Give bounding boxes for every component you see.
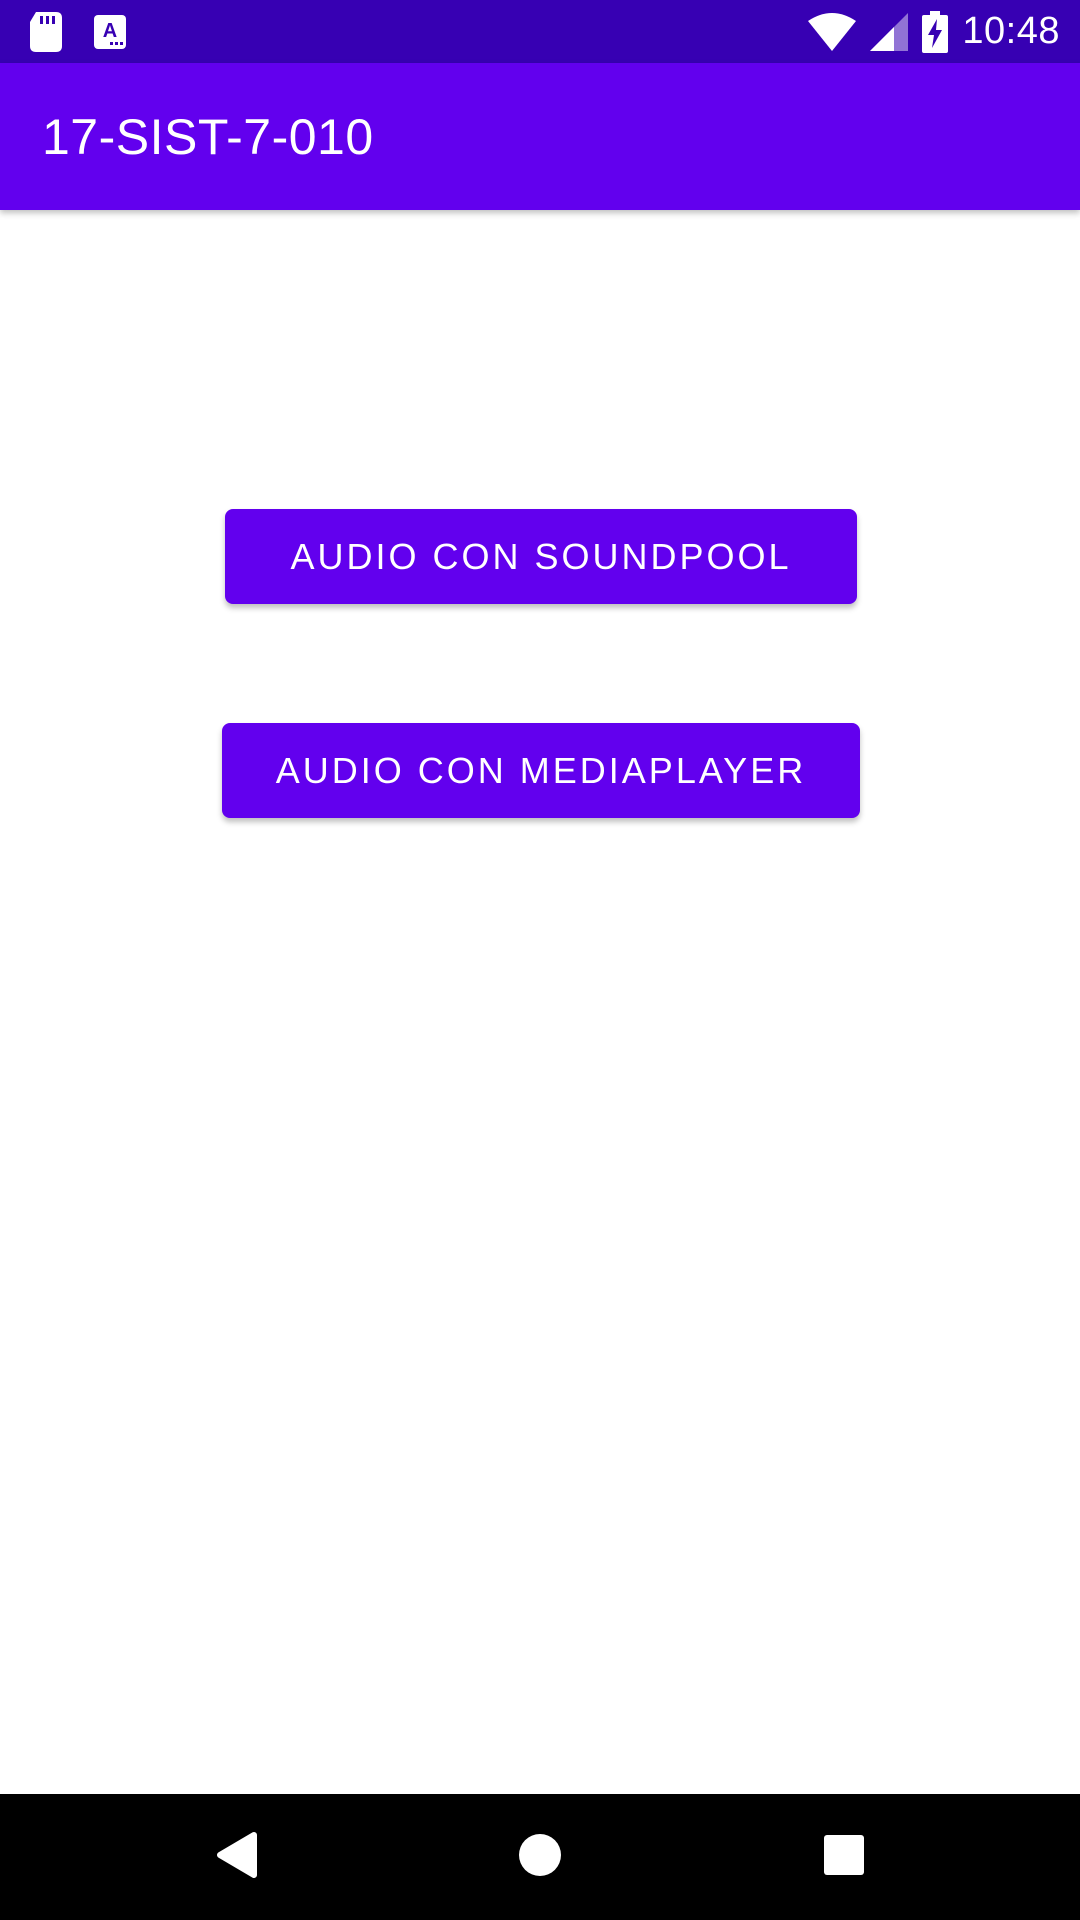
app-title: 17-SIST-7-010 — [42, 108, 374, 165]
back-button[interactable] — [203, 1824, 269, 1890]
audio-soundpool-button[interactable]: AUDIO CON SOUNDPOOL — [225, 509, 857, 604]
back-icon — [214, 1831, 258, 1884]
sd-card-icon — [30, 12, 62, 52]
svg-text:A: A — [103, 20, 117, 42]
audio-mediaplayer-button[interactable]: AUDIO CON MEDIAPLAYER — [222, 723, 860, 818]
recents-icon — [824, 1834, 864, 1880]
recents-button[interactable] — [811, 1824, 877, 1890]
wifi-icon — [808, 12, 857, 51]
status-time: 10:48 — [962, 10, 1060, 52]
home-icon — [518, 1833, 562, 1882]
home-button[interactable] — [507, 1824, 573, 1890]
navigation-bar — [0, 1794, 1080, 1920]
screen: A 10:48 17-SIST-7-010 AUDIO CON SOUNDPOO… — [0, 0, 1080, 1920]
status-system: 10:48 — [808, 0, 1060, 63]
app-bar: 17-SIST-7-010 — [0, 63, 1080, 210]
status-notifications: A — [30, 12, 126, 52]
battery-charging-icon — [922, 10, 949, 53]
text-a-icon: A — [94, 15, 126, 49]
status-bar: A 10:48 — [0, 0, 1080, 63]
cell-signal-icon — [870, 12, 909, 51]
